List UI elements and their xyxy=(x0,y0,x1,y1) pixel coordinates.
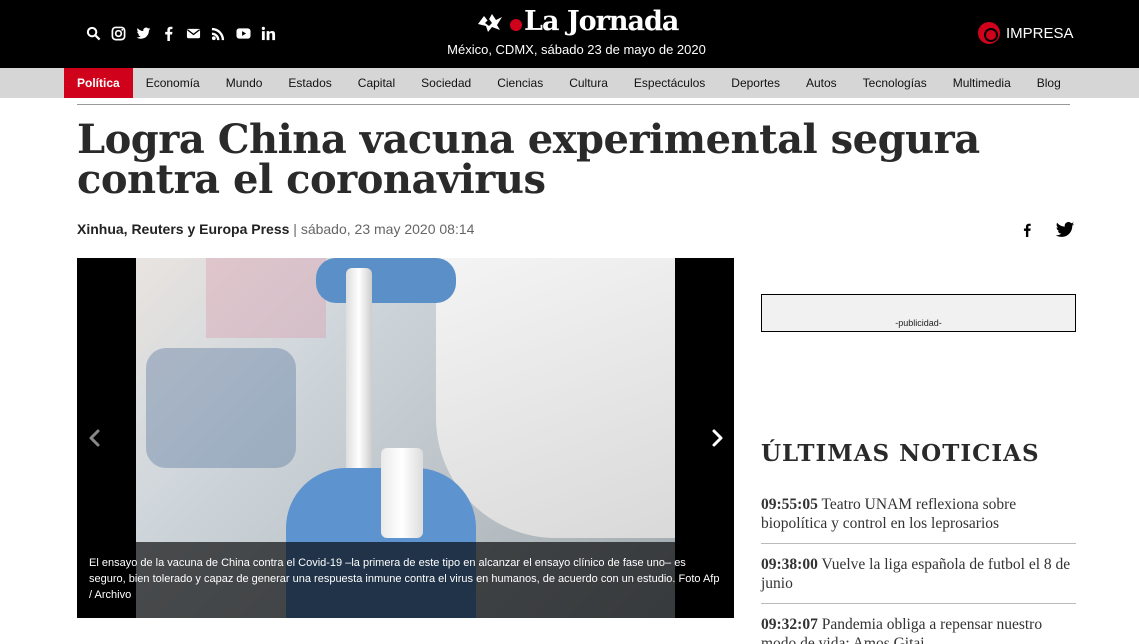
latest-news-title: ÚLTIMAS NOTICIAS xyxy=(761,440,1040,467)
twitter-icon[interactable] xyxy=(135,25,151,41)
photo-glove xyxy=(316,258,456,303)
news-time: 09:38:00 xyxy=(761,556,818,573)
news-time: 09:32:07 xyxy=(761,616,818,633)
photo-gallery: El ensayo de la vacuna de China contra e… xyxy=(77,258,734,618)
nav-item-economia[interactable]: Economía xyxy=(133,68,213,98)
youtube-icon[interactable] xyxy=(235,25,251,41)
nav-item-ciencias[interactable]: Ciencias xyxy=(484,68,556,98)
site-header: La Jornada México, CDMX, sábado 23 de ma… xyxy=(0,0,1139,68)
nav-item-autos[interactable]: Autos xyxy=(793,68,850,98)
article-datetime: sábado, 23 may 2020 08:14 xyxy=(300,221,475,237)
gallery-prev-button[interactable] xyxy=(85,428,105,448)
divider xyxy=(77,104,1070,105)
photo-background xyxy=(206,258,326,338)
latest-news-list: 09:55:05 Teatro UNAM reflexiona sobre bi… xyxy=(761,495,1076,644)
article-headline: Logra China vacuna experimental segura c… xyxy=(77,116,980,203)
nav-item-estados[interactable]: Estados xyxy=(275,68,344,98)
chevron-left-icon xyxy=(89,429,100,447)
site-logo[interactable]: La Jornada xyxy=(476,6,679,37)
logo-dot xyxy=(510,18,522,31)
news-item[interactable]: 09:55:05 Teatro UNAM reflexiona sobre bi… xyxy=(761,495,1076,544)
header-date: México, CDMX, sábado 23 de mayo de 2020 xyxy=(447,42,706,57)
gallery-next-button[interactable] xyxy=(707,428,727,448)
social-bar xyxy=(85,25,276,41)
main-nav: Política Economía Mundo Estados Capital Socie… xyxy=(0,68,1139,98)
nav-item-multimedia[interactable]: Multimedia xyxy=(940,68,1024,98)
impresa-icon xyxy=(978,22,1000,44)
article-byline: Xinhua, Reuters y Europa Press | sábado,… xyxy=(77,221,474,237)
nav-item-blog[interactable]: Blog xyxy=(1024,68,1074,98)
search-icon[interactable] xyxy=(85,25,101,41)
news-item[interactable]: 09:38:00 Vuelve la liga española de futb… xyxy=(761,555,1076,604)
facebook-icon[interactable] xyxy=(160,25,176,41)
linkedin-icon[interactable] xyxy=(260,25,276,41)
photo-vial xyxy=(381,448,423,538)
nav-item-mundo[interactable]: Mundo xyxy=(213,68,276,98)
nav-item-capital[interactable]: Capital xyxy=(345,68,408,98)
ad-label: -publicidad- xyxy=(895,318,942,328)
chevron-right-icon xyxy=(712,429,723,447)
nav-item-tecnologias[interactable]: Tecnologías xyxy=(850,68,940,98)
nav-list: Política Economía Mundo Estados Capital Socie… xyxy=(64,68,1074,98)
instagram-icon[interactable] xyxy=(110,25,126,41)
email-icon[interactable] xyxy=(185,25,201,41)
logo-text: La Jornada xyxy=(524,6,679,37)
photo-caption: El ensayo de la vacuna de China contra e… xyxy=(77,542,734,618)
bird-logo-icon xyxy=(478,13,502,32)
photo-lab-equipment xyxy=(146,348,296,468)
nav-item-cultura[interactable]: Cultura xyxy=(556,68,621,98)
news-time: 09:55:05 xyxy=(761,496,818,513)
rss-icon[interactable] xyxy=(210,25,226,41)
impresa-label: IMPRESA xyxy=(1006,24,1074,42)
photo-lab-coat xyxy=(436,258,675,538)
nav-item-deportes[interactable]: Deportes xyxy=(718,68,793,98)
byline-separator: | xyxy=(293,221,297,237)
twitter-share-icon[interactable] xyxy=(1054,220,1076,240)
nav-item-sociedad[interactable]: Sociedad xyxy=(408,68,484,98)
ad-slot[interactable]: -publicidad- xyxy=(761,294,1076,332)
article-author[interactable]: Xinhua, Reuters y Europa Press xyxy=(77,221,289,237)
news-item[interactable]: 09:32:07 Pandemia obliga a repensar nues… xyxy=(761,615,1076,644)
photo-pipette xyxy=(346,268,372,488)
facebook-share-icon[interactable] xyxy=(1020,220,1034,240)
impresa-link[interactable]: IMPRESA xyxy=(978,22,1074,44)
nav-item-espectaculos[interactable]: Espectáculos xyxy=(621,68,718,98)
share-buttons xyxy=(1020,220,1076,240)
nav-item-politica[interactable]: Política xyxy=(64,68,133,98)
